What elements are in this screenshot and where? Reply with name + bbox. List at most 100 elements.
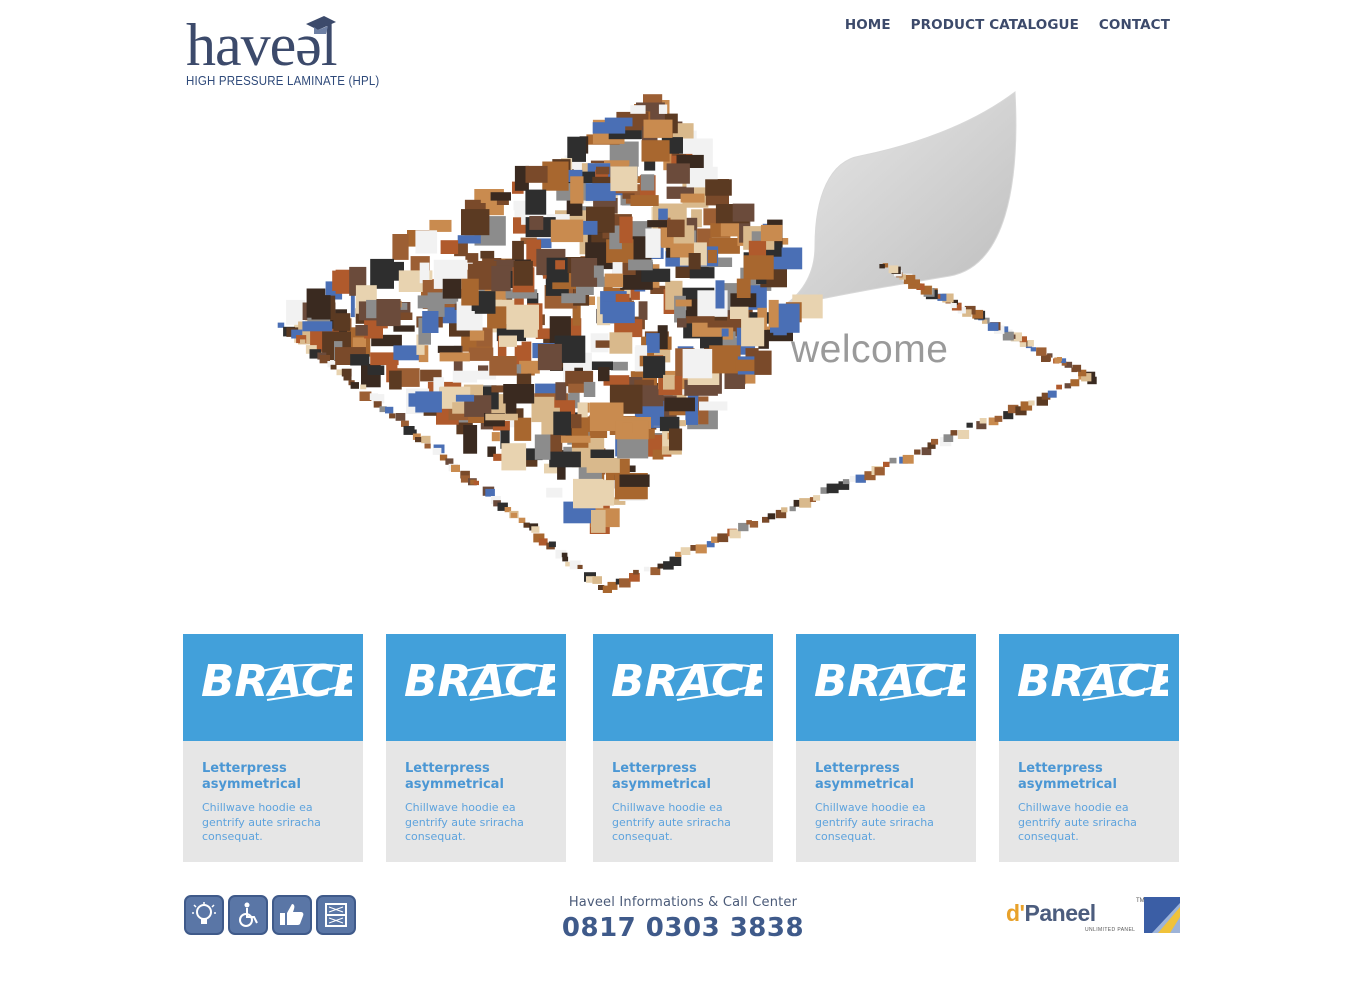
furniture-tile [604, 273, 624, 288]
furniture-tile [619, 474, 650, 487]
furniture-tile [669, 428, 683, 451]
furniture-tile [855, 474, 866, 483]
furniture-tile [469, 330, 485, 341]
furniture-tile [641, 140, 670, 162]
furniture-tile [417, 295, 440, 309]
furniture-tile [523, 522, 530, 528]
furniture-tile [311, 295, 331, 320]
furniture-tile [350, 354, 370, 366]
furniture-tile [424, 443, 431, 449]
furniture-tile [1054, 357, 1062, 364]
nav-contact[interactable]: CONTACT [1099, 17, 1170, 33]
furniture-tile [333, 313, 351, 331]
furniture-tile [610, 361, 628, 371]
hero-banner: welcome [270, 86, 1100, 606]
furniture-tile [666, 163, 690, 184]
furniture-tile [826, 483, 839, 494]
furniture-tile [525, 165, 548, 183]
furniture-tile [422, 311, 439, 333]
furniture-tile [602, 301, 635, 324]
furniture-tile [1019, 341, 1027, 347]
furniture-tile [914, 449, 921, 455]
furniture-tile [987, 322, 999, 331]
furniture-tile [415, 230, 438, 254]
feature-card-1[interactable]: BRACE Letterpress asymmetrical Chillwave… [183, 634, 363, 862]
graduation-cap-icon [306, 16, 336, 34]
nav-product-catalogue[interactable]: PRODUCT CATALOGUE [911, 17, 1079, 33]
furniture-tile [473, 480, 479, 486]
furniture-tile [490, 192, 511, 201]
brace-logo-image: BRACE [1017, 656, 1168, 707]
furniture-tile [485, 413, 518, 421]
furniture-tile [645, 228, 661, 258]
furniture-tile [879, 264, 885, 269]
furniture-tile [498, 335, 517, 347]
furniture-tile [531, 526, 540, 533]
brace-logo-image: BRACE [404, 656, 555, 707]
card-title: Letterpress asymmetrical [1018, 761, 1117, 792]
card-image: BRACE [999, 634, 1179, 741]
furniture-tile [1028, 400, 1035, 406]
furniture-tile [677, 318, 687, 328]
cabinet-icon[interactable] [316, 895, 356, 935]
furniture-tile [491, 265, 511, 292]
main-nav: HOME PRODUCT CATALOGUE CONTACT [845, 17, 1170, 33]
furniture-tile [658, 104, 668, 114]
furniture-tile [604, 117, 633, 127]
furniture-tile [1070, 379, 1080, 387]
furniture-tile [695, 544, 707, 554]
furniture-tile [513, 260, 533, 286]
card-text: Chillwave hoodie ea gentrify aute srirac… [202, 801, 321, 843]
furniture-tile [767, 513, 776, 520]
furniture-tile [1064, 383, 1072, 389]
furniture-tile [646, 333, 660, 353]
furniture-tile [760, 224, 783, 242]
lightbulb-icon[interactable] [184, 895, 224, 935]
furniture-tile [749, 521, 759, 528]
furniture-tile [950, 430, 958, 436]
wheelchair-icon[interactable] [228, 895, 268, 935]
card-text: Chillwave hoodie ea gentrify aute srirac… [815, 801, 934, 843]
feature-card-2[interactable]: BRACE Letterpress asymmetrical Chillwave… [386, 634, 566, 862]
furniture-tile [609, 332, 633, 354]
furniture-tile [577, 564, 583, 569]
feature-card-5[interactable]: BRACE Letterpress asymmetrical Chillwave… [999, 634, 1179, 862]
dpaneel-logo[interactable]: d'Paneel TM UNLIMITED PANEL [1006, 896, 1182, 936]
furniture-tile [523, 323, 538, 338]
furniture-tile [889, 457, 897, 464]
furniture-tile [553, 411, 571, 436]
furniture-tile [562, 556, 569, 562]
furniture-tile [732, 203, 755, 222]
furniture-tile [768, 299, 779, 328]
furniture-tile [652, 449, 664, 460]
furniture-tile [555, 260, 565, 270]
furniture-tile [355, 325, 368, 336]
thumbs-up-icon[interactable] [272, 895, 312, 935]
furniture-tile [350, 382, 359, 389]
furniture-tile [663, 374, 675, 390]
furniture-tile [480, 250, 495, 259]
furniture-tile [461, 209, 490, 236]
dpaneel-tagline: UNLIMITED PANEL [1085, 927, 1136, 933]
furniture-tile [510, 512, 517, 518]
furniture-tile [489, 356, 517, 376]
furniture-tile [393, 325, 415, 332]
nav-home[interactable]: HOME [845, 17, 891, 33]
call-center-phone[interactable]: 0817 0303 3838 [483, 913, 883, 943]
furniture-tile [343, 374, 352, 381]
furniture-tile [667, 219, 685, 238]
feature-card-3[interactable]: BRACE Letterpress asymmetrical Chillwave… [593, 634, 773, 862]
dpaneel-mark-icon [1144, 897, 1180, 933]
furniture-tile [302, 321, 333, 332]
furniture-tile [966, 422, 973, 428]
furniture-tile [781, 507, 788, 513]
call-center-label: Haveel Informations & Call Center [568, 895, 798, 910]
haveel-logo[interactable]: haveǝl HIGH PRESSURE LAMINATE (HPL) [186, 12, 379, 92]
feature-card-4[interactable]: BRACE Letterpress asymmetrical Chillwave… [796, 634, 976, 862]
furniture-tile [421, 435, 431, 444]
call-center: Haveel Informations & Call Center 0817 0… [483, 895, 883, 943]
furniture-tile [705, 179, 732, 196]
furniture-tile [491, 432, 500, 442]
furniture-tile [376, 299, 401, 327]
furniture-tile [392, 234, 409, 260]
